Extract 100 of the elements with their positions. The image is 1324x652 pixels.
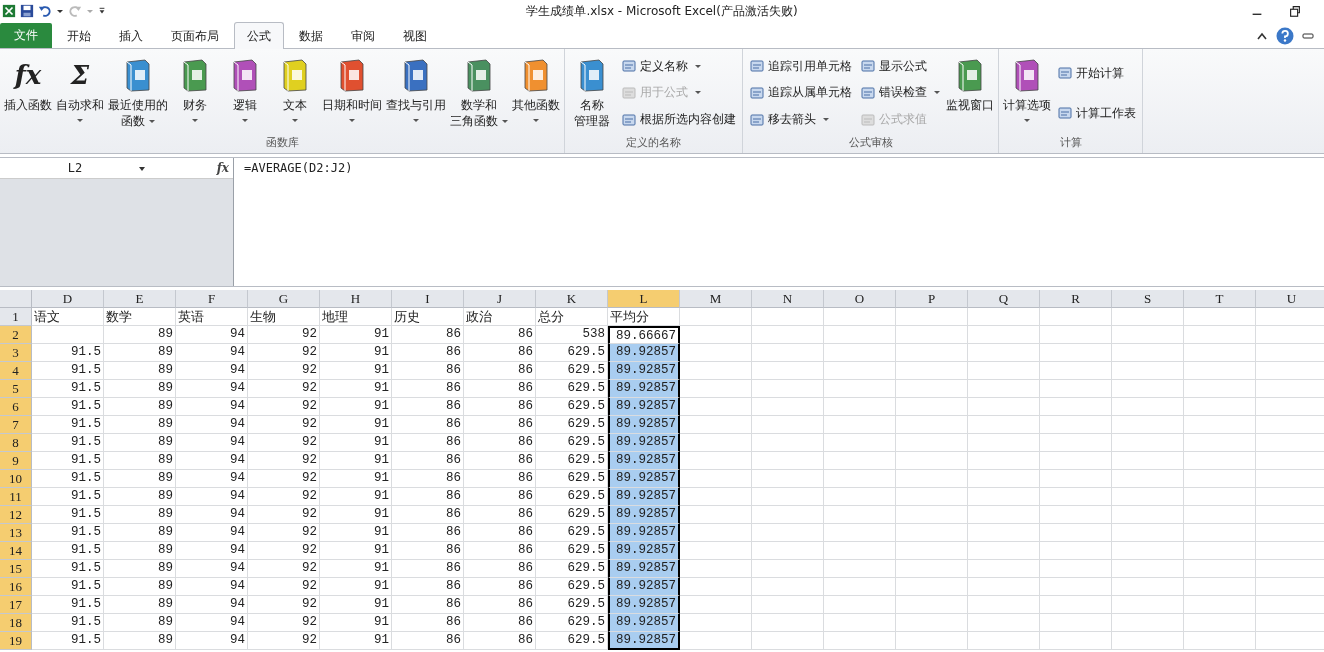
table-cell[interactable] (752, 470, 824, 488)
table-cell[interactable] (1112, 344, 1184, 362)
row-header[interactable]: 1 (0, 308, 32, 326)
table-cell[interactable]: 89 (104, 506, 176, 524)
table-cell[interactable]: 数学 (104, 308, 176, 326)
save-icon[interactable] (20, 4, 34, 18)
table-cell[interactable]: 89 (104, 524, 176, 542)
table-cell[interactable] (1040, 416, 1112, 434)
ribbon-small-button[interactable]: 定义名称 (621, 55, 736, 78)
table-cell[interactable] (1184, 506, 1256, 524)
table-cell[interactable] (824, 398, 896, 416)
table-cell[interactable] (824, 632, 896, 650)
table-cell[interactable]: 86 (464, 326, 536, 344)
table-cell[interactable] (896, 362, 968, 380)
table-cell[interactable] (680, 380, 752, 398)
table-cell[interactable]: 89 (104, 632, 176, 650)
table-cell[interactable] (1112, 362, 1184, 380)
table-cell[interactable]: 86 (392, 344, 464, 362)
table-cell[interactable]: 89 (104, 380, 176, 398)
table-cell[interactable]: 89.92857 (608, 380, 680, 398)
table-cell[interactable]: 89 (104, 344, 176, 362)
table-cell[interactable] (824, 470, 896, 488)
table-cell[interactable] (680, 488, 752, 506)
table-cell[interactable] (1112, 398, 1184, 416)
table-cell[interactable] (1040, 434, 1112, 452)
column-header[interactable]: R (1040, 290, 1112, 308)
table-cell[interactable]: 92 (248, 614, 320, 632)
table-cell[interactable]: 91 (320, 632, 392, 650)
table-cell[interactable] (1040, 560, 1112, 578)
row-header[interactable]: 18 (0, 614, 32, 632)
table-cell[interactable]: 91.5 (32, 452, 104, 470)
table-cell[interactable]: 91 (320, 560, 392, 578)
table-cell[interactable]: 91 (320, 416, 392, 434)
table-cell[interactable]: 89 (104, 398, 176, 416)
table-cell[interactable]: 92 (248, 362, 320, 380)
column-header[interactable]: T (1184, 290, 1256, 308)
table-cell[interactable] (968, 560, 1040, 578)
table-cell[interactable]: 92 (248, 380, 320, 398)
table-cell[interactable] (1040, 524, 1112, 542)
table-cell[interactable] (1112, 416, 1184, 434)
table-cell[interactable]: 92 (248, 560, 320, 578)
table-cell[interactable] (824, 344, 896, 362)
table-cell[interactable] (824, 452, 896, 470)
table-cell[interactable] (1184, 362, 1256, 380)
table-cell[interactable]: 86 (464, 488, 536, 506)
table-cell[interactable]: 历史 (392, 308, 464, 326)
table-cell[interactable]: 91.5 (32, 416, 104, 434)
table-cell[interactable]: 86 (464, 434, 536, 452)
row-header[interactable]: 6 (0, 398, 32, 416)
table-cell[interactable] (824, 560, 896, 578)
table-cell[interactable] (1184, 398, 1256, 416)
table-cell[interactable]: 94 (176, 542, 248, 560)
ribbon-small-button[interactable]: 开始计算 (1057, 62, 1136, 84)
ribbon-button[interactable]: 名称 管理器 (567, 51, 617, 135)
ribbon-button[interactable]: 监视窗口 (944, 51, 996, 135)
table-cell[interactable]: 86 (392, 416, 464, 434)
row-header[interactable]: 10 (0, 470, 32, 488)
table-cell[interactable] (896, 470, 968, 488)
table-cell[interactable] (896, 524, 968, 542)
table-cell[interactable] (968, 416, 1040, 434)
table-cell[interactable]: 89 (104, 470, 176, 488)
row-header[interactable]: 4 (0, 362, 32, 380)
table-cell[interactable]: 89.92857 (608, 398, 680, 416)
column-header[interactable]: F (176, 290, 248, 308)
table-cell[interactable] (1040, 632, 1112, 650)
table-cell[interactable] (1184, 632, 1256, 650)
table-cell[interactable] (680, 452, 752, 470)
table-cell[interactable]: 94 (176, 614, 248, 632)
table-cell[interactable]: 94 (176, 416, 248, 434)
table-cell[interactable]: 92 (248, 452, 320, 470)
table-cell[interactable]: 94 (176, 380, 248, 398)
table-cell[interactable] (1040, 488, 1112, 506)
table-cell[interactable]: 89.92857 (608, 452, 680, 470)
table-cell[interactable] (752, 362, 824, 380)
table-cell[interactable]: 91.5 (32, 506, 104, 524)
table-cell[interactable] (824, 614, 896, 632)
row-header[interactable]: 2 (0, 326, 32, 344)
table-cell[interactable]: 91.5 (32, 398, 104, 416)
row-header[interactable]: 7 (0, 416, 32, 434)
table-cell[interactable] (680, 524, 752, 542)
row-header[interactable]: 15 (0, 560, 32, 578)
table-cell[interactable] (968, 344, 1040, 362)
table-cell[interactable] (1184, 380, 1256, 398)
table-cell[interactable]: 86 (464, 452, 536, 470)
table-cell[interactable]: 86 (392, 596, 464, 614)
table-cell[interactable] (896, 632, 968, 650)
table-cell[interactable] (752, 434, 824, 452)
table-cell[interactable] (1184, 308, 1256, 326)
table-cell[interactable]: 92 (248, 398, 320, 416)
column-header[interactable]: Q (968, 290, 1040, 308)
table-cell[interactable]: 92 (248, 416, 320, 434)
table-cell[interactable]: 91 (320, 434, 392, 452)
table-cell[interactable] (1040, 470, 1112, 488)
table-cell[interactable] (752, 560, 824, 578)
table-cell[interactable] (1112, 560, 1184, 578)
row-header[interactable]: 13 (0, 524, 32, 542)
table-cell[interactable]: 94 (176, 560, 248, 578)
table-cell[interactable]: 94 (176, 344, 248, 362)
table-cell[interactable]: 94 (176, 434, 248, 452)
table-cell[interactable]: 86 (392, 380, 464, 398)
